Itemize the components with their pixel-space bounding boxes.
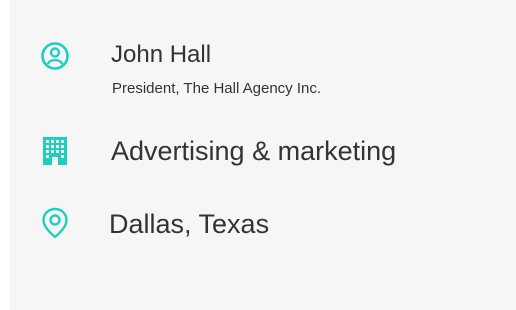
contact-card: John Hall President, The Hall Agency Inc… [10, 0, 516, 310]
contact-name: John Hall [111, 41, 212, 68]
location-pin-icon [40, 207, 70, 239]
industry-label: Advertising & marketing [111, 136, 397, 166]
location-label: Dallas, Texas [109, 209, 270, 239]
contact-title: President, The Hall Agency Inc. [112, 80, 322, 97]
user-circle-icon [40, 41, 70, 71]
building-icon [40, 136, 70, 166]
